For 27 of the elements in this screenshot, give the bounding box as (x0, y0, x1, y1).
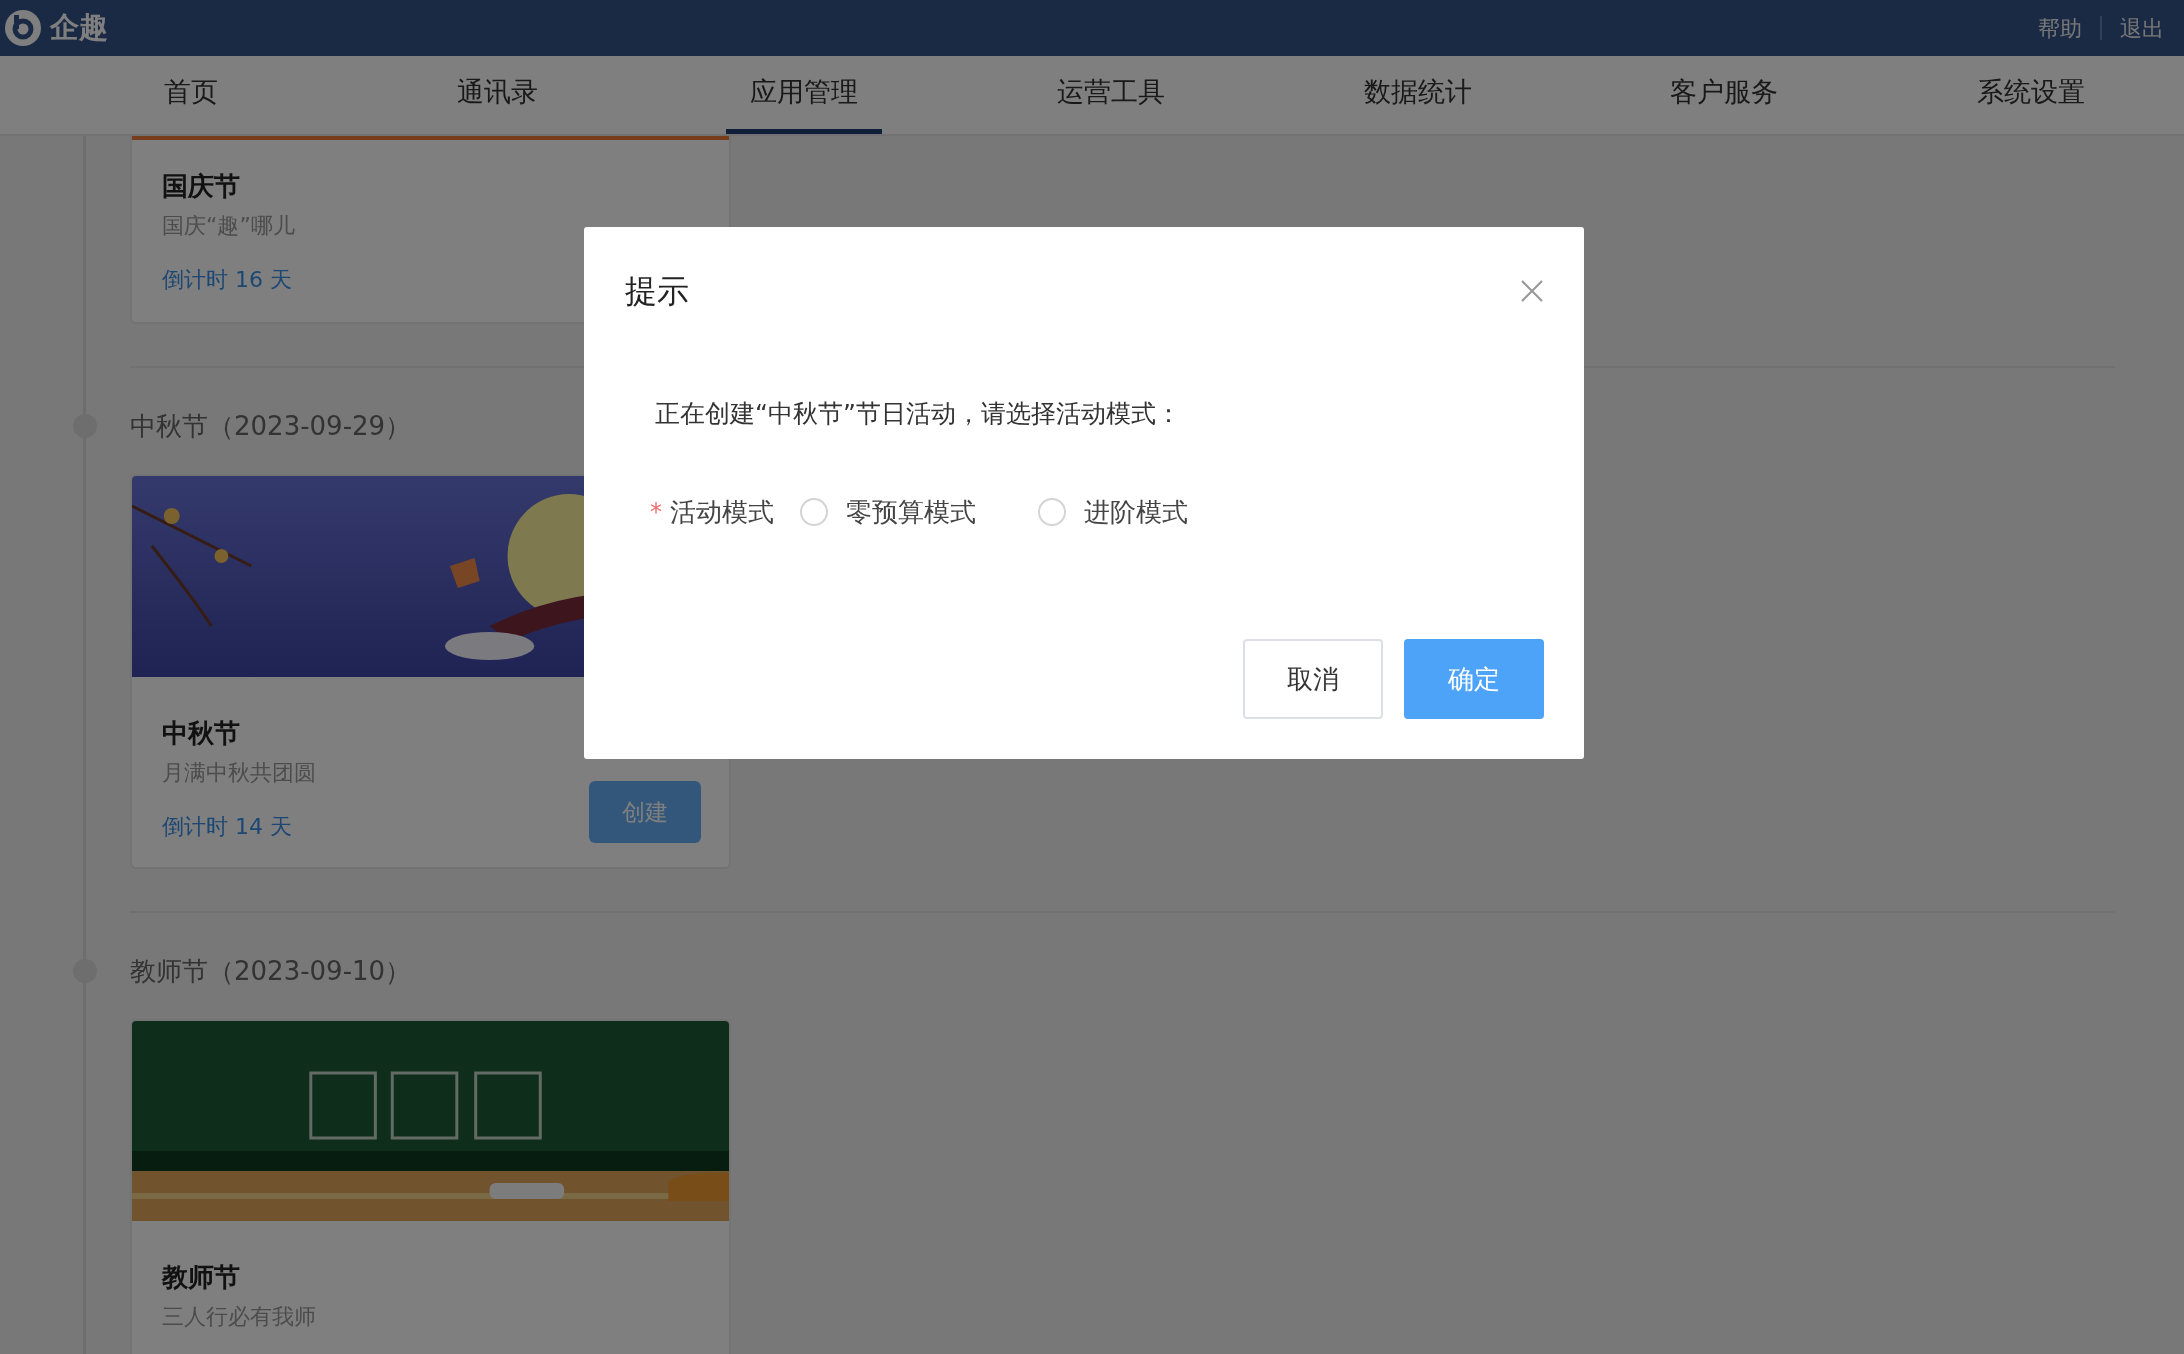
logo-icon (4, 9, 42, 47)
nav-tab[interactable]: 数据统计 (1339, 56, 1496, 134)
nav-tab[interactable]: 首页 (140, 56, 243, 134)
cancel-button[interactable]: 取消 (1243, 639, 1383, 719)
top-link[interactable]: 帮助 (2038, 11, 2082, 45)
logo-text: 企趣 (50, 9, 108, 47)
top-link[interactable]: 退出 (2120, 11, 2164, 45)
section-heading: 中秋节（2023-09-29） (130, 409, 412, 443)
section-heading: 教师节（2023-09-10） (130, 954, 412, 988)
dialog-title: 提示 (625, 271, 689, 312)
nav-tab[interactable]: 通讯录 (433, 56, 563, 134)
confirm-button[interactable]: 确定 (1404, 639, 1544, 719)
field-label: 活动模式 (670, 495, 774, 529)
nav-tab[interactable]: 应用管理 (726, 56, 883, 134)
close-icon[interactable] (1520, 279, 1544, 303)
radio-option[interactable]: 零预算模式 (800, 492, 976, 532)
event-title: 教师节 (162, 1261, 241, 1294)
nav-tab[interactable]: 系统设置 (1952, 56, 2109, 134)
event-title: 中秋节 (162, 717, 241, 750)
countdown-text: 倒计时 14 天 (162, 813, 293, 841)
dialog-message: 正在创建“中秋节”节日活动，请选择活动模式： (654, 398, 1182, 430)
countdown-text: 倒计时 16 天 (162, 266, 293, 294)
nav-tab[interactable]: 客户服务 (1646, 56, 1803, 134)
nav-tab[interactable]: 运营工具 (1033, 56, 1189, 134)
required-asterisk: * (650, 497, 662, 528)
radio-option[interactable]: 进阶模式 (1038, 492, 1188, 532)
event-title: 国庆节 (162, 170, 241, 203)
